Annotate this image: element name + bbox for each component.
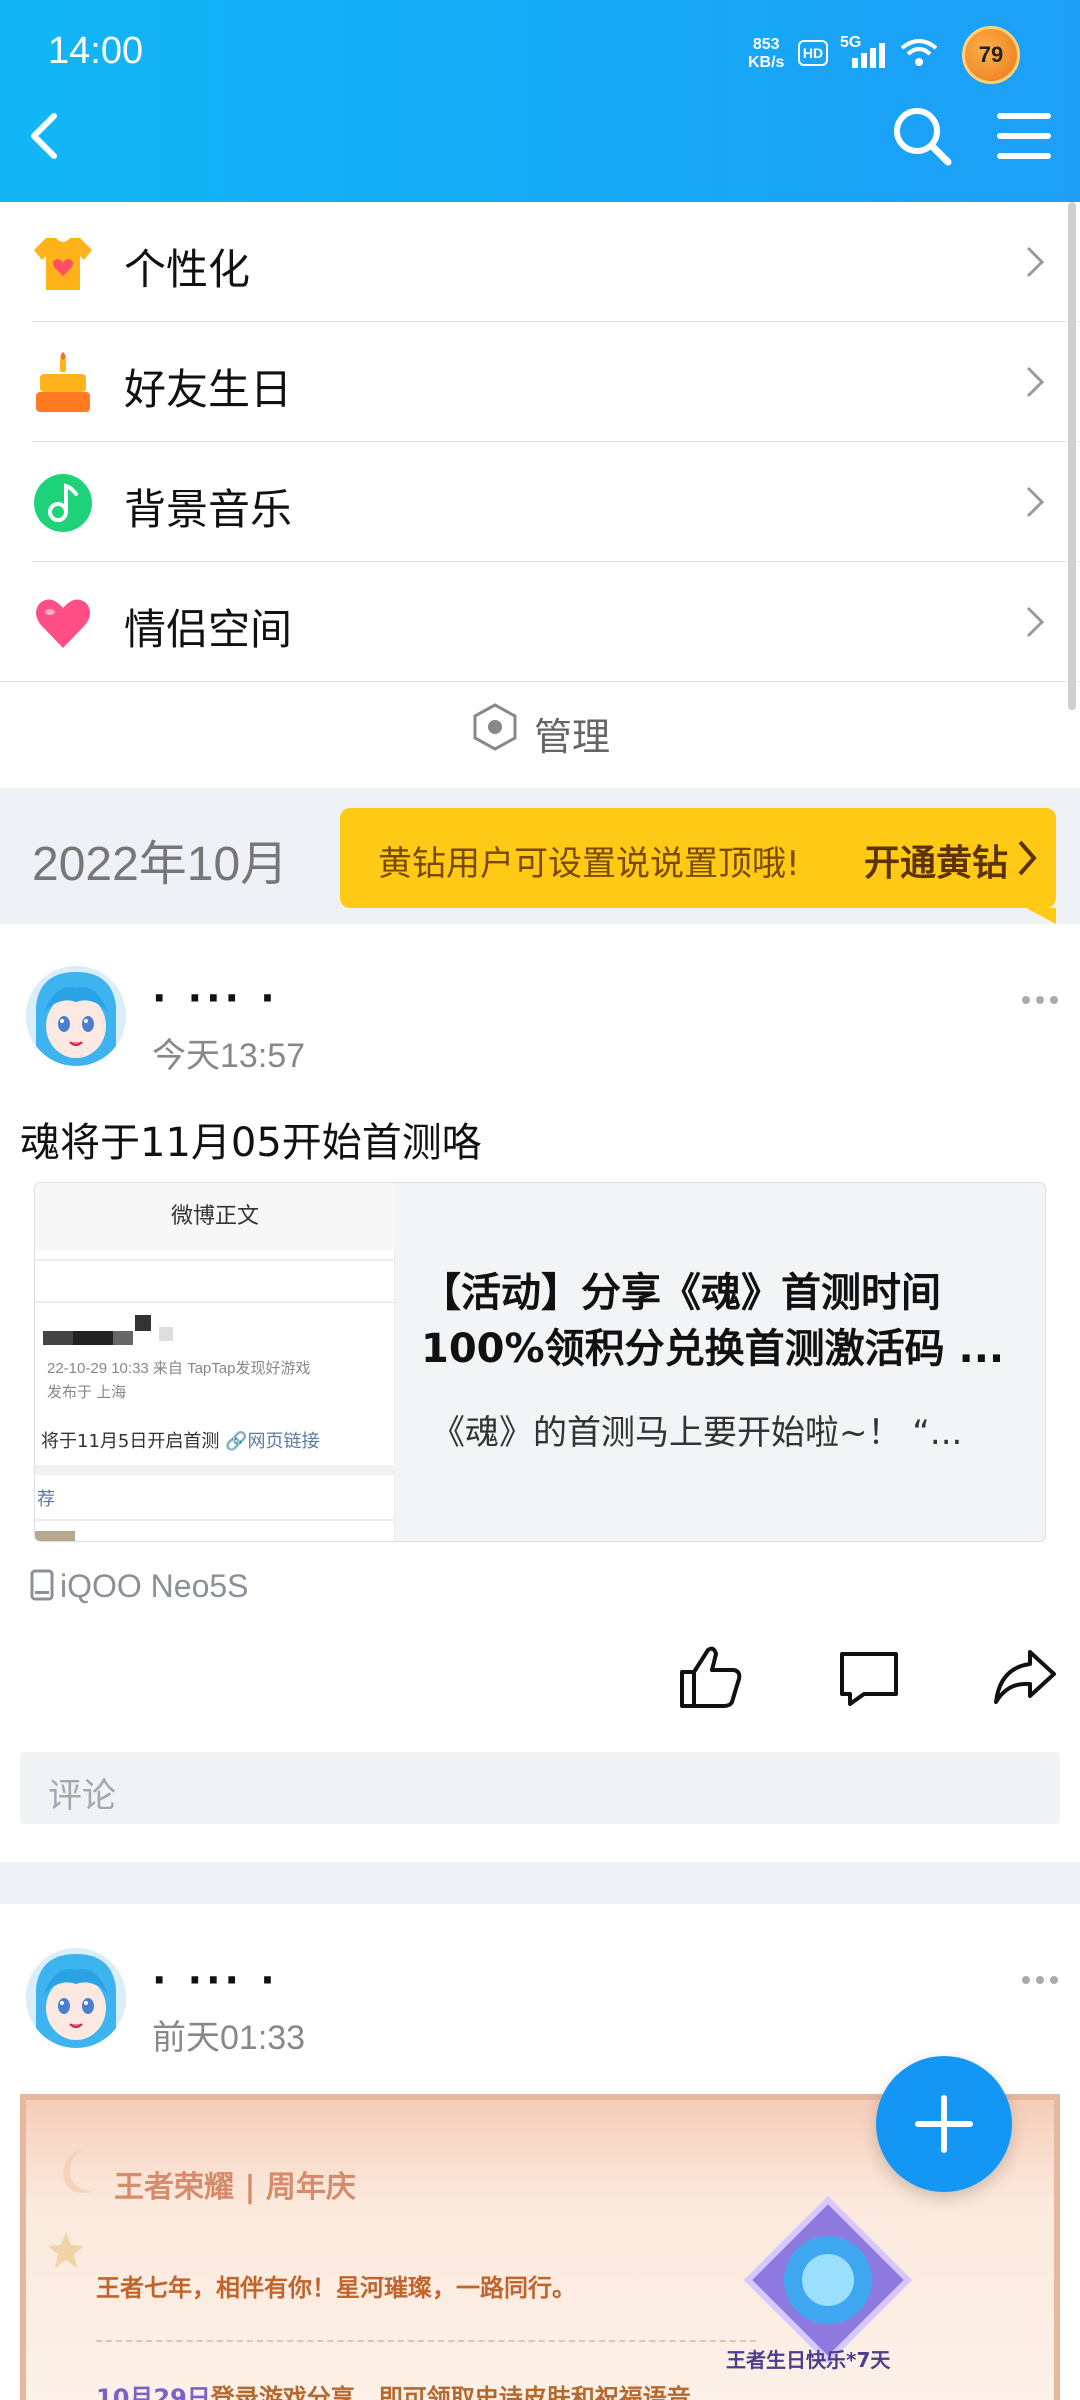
comment-input[interactable]: 评论 [20, 1752, 1060, 1824]
add-post-button[interactable] [876, 2056, 1012, 2192]
menu-icon[interactable] [996, 108, 1052, 164]
link-description: 《魂》的首测马上要开始啦~！ “... [431, 1413, 963, 1453]
thumb-location: 发布于 上海 [47, 1384, 127, 1401]
plus-icon [915, 2095, 973, 2153]
divider [35, 1465, 395, 1475]
divider [96, 2340, 756, 2342]
banner-body-text: 登录游戏分享，即可领取史诗皮肤和祝福语音。 [210, 2384, 715, 2400]
month-label: 2022年10月 [32, 838, 289, 891]
birthday-cake-icon [36, 352, 90, 412]
banner-date: 10月29日 [96, 2384, 211, 2400]
menu-item-personalize[interactable]: 个性化 [0, 202, 1080, 322]
thumb-recommend: 荐 [37, 1489, 55, 1510]
divider [35, 1301, 395, 1303]
shared-link-card[interactable]: 微博正文 22-10-29 10:33 来自 TapTap发现好游戏 发布于 上… [34, 1182, 1046, 1542]
avatar[interactable] [26, 966, 126, 1066]
phone-icon [30, 1569, 54, 1601]
post-card: · ··· · 今天13:57 魂将于11月05开始首测咯 微博正文 22-10… [0, 924, 1080, 1862]
battery-badge: 79 [962, 26, 1020, 84]
back-icon[interactable] [18, 106, 78, 166]
signal-icon [852, 43, 885, 68]
manage-label: 管理 [534, 715, 611, 759]
banner-headline: 王者七年，相伴有你！星河璀璨，一路同行。 [96, 2274, 576, 2302]
post-time: 今天13:57 [152, 1037, 306, 1075]
like-icon[interactable] [676, 1642, 746, 1712]
post-device: iQOO Neo5S [30, 1568, 249, 1605]
post-text: 魂将于11月05开始首测咯 [20, 1120, 482, 1166]
device-name: iQOO Neo5S [60, 1568, 249, 1604]
thumb-body: 将于11月5日开启首测 🔗网页链接 [41, 1427, 320, 1453]
promo-text: 黄钻用户可设置说说置顶哦! [378, 844, 800, 884]
open-yellow-diamond-link[interactable]: 开通黄钻 [864, 834, 1008, 886]
menu-item-label: 个性化 [124, 245, 251, 294]
status-time: 14:00 [48, 30, 144, 72]
chevron-right-icon [1026, 486, 1045, 518]
post-author[interactable]: · ··· · [152, 976, 279, 1020]
share-icon[interactable] [990, 1642, 1060, 1712]
thumb-link: 🔗网页链接 [225, 1431, 320, 1452]
banner-gem-label: 王者生日快乐*7天 [726, 2348, 891, 2372]
menu-item-label: 好友生日 [124, 365, 293, 414]
anime-avatar-image [26, 1948, 126, 2048]
tshirt-heart-icon [34, 238, 92, 290]
menu-item-label: 情侣空间 [124, 605, 293, 654]
app-header: 14:00 853 KB/s HD 5G 79 [0, 0, 1080, 202]
redacted-name-image [43, 1315, 173, 1345]
status-bar: 14:00 853 KB/s HD 5G 79 [0, 0, 1080, 110]
avatar[interactable] [26, 1948, 126, 2048]
manage-button[interactable]: 管理 [0, 668, 1080, 786]
month-bar: 2022年10月 黄钻用户可设置说说置顶哦! 开通黄钻 [0, 788, 1080, 924]
network-speed: 853 KB/s [748, 36, 784, 72]
hd-badge: HD [798, 40, 828, 66]
thumb-image-strip [35, 1531, 75, 1541]
comment-placeholder: 评论 [48, 1776, 116, 1816]
menu-item-label: 背景音乐 [124, 485, 293, 534]
chevron-right-icon [1026, 606, 1045, 638]
scrollbar[interactable] [1068, 202, 1076, 710]
thumb-title: 微博正文 [35, 1183, 395, 1251]
comment-icon[interactable] [834, 1642, 904, 1712]
link-title-line1: 【活动】分享《魂》首测时间 [421, 1270, 941, 1316]
banner-body: 10月29日登录游戏分享，即可领取史诗皮肤和祝福语音。 [96, 2378, 715, 2400]
banner-logo: 王者荣耀 | 周年庆 [114, 2170, 356, 2205]
menu-item-couple-space[interactable]: 情侣空间 [0, 562, 1080, 682]
search-icon[interactable] [890, 104, 954, 168]
chevron-right-icon [1018, 840, 1037, 876]
chevron-right-icon [1026, 366, 1045, 398]
thumb-meta: 22-10-29 10:33 来自 TapTap发现好游戏 [47, 1360, 311, 1377]
heart-icon [36, 599, 90, 648]
post-author[interactable]: · ··· · [152, 1958, 279, 2002]
menu-item-background-music[interactable]: 背景音乐 [0, 442, 1080, 562]
network-speed-unit: KB/s [748, 54, 785, 71]
music-note-icon [34, 474, 92, 532]
post-time: 前天01:33 [152, 2019, 306, 2057]
thumb-body-text: 将于11月5日开启首测 [41, 1431, 220, 1452]
thumb-link-text: 网页链接 [247, 1431, 320, 1452]
menu-item-friend-birthday[interactable]: 好友生日 [0, 322, 1080, 442]
divider [35, 1519, 395, 1521]
link-thumbnail: 微博正文 22-10-29 10:33 来自 TapTap发现好游戏 发布于 上… [35, 1183, 395, 1541]
anime-avatar-image [26, 966, 126, 1066]
more-icon[interactable] [1020, 994, 1060, 1006]
wifi-icon [900, 39, 938, 66]
more-icon[interactable] [1020, 1974, 1060, 1986]
link-title-line2: 100%领积分兑换首测激活码 ... [421, 1326, 1005, 1372]
yellow-diamond-promo[interactable]: 黄钻用户可设置说说置顶哦! 开通黄钻 [340, 808, 1056, 924]
network-speed-value: 853 [752, 36, 780, 53]
star-ornament-icon [48, 2232, 84, 2268]
divider [35, 1259, 395, 1261]
hexagon-settings-icon [473, 703, 517, 751]
moon-ornament-icon [63, 2148, 92, 2193]
chevron-right-icon [1026, 246, 1045, 278]
